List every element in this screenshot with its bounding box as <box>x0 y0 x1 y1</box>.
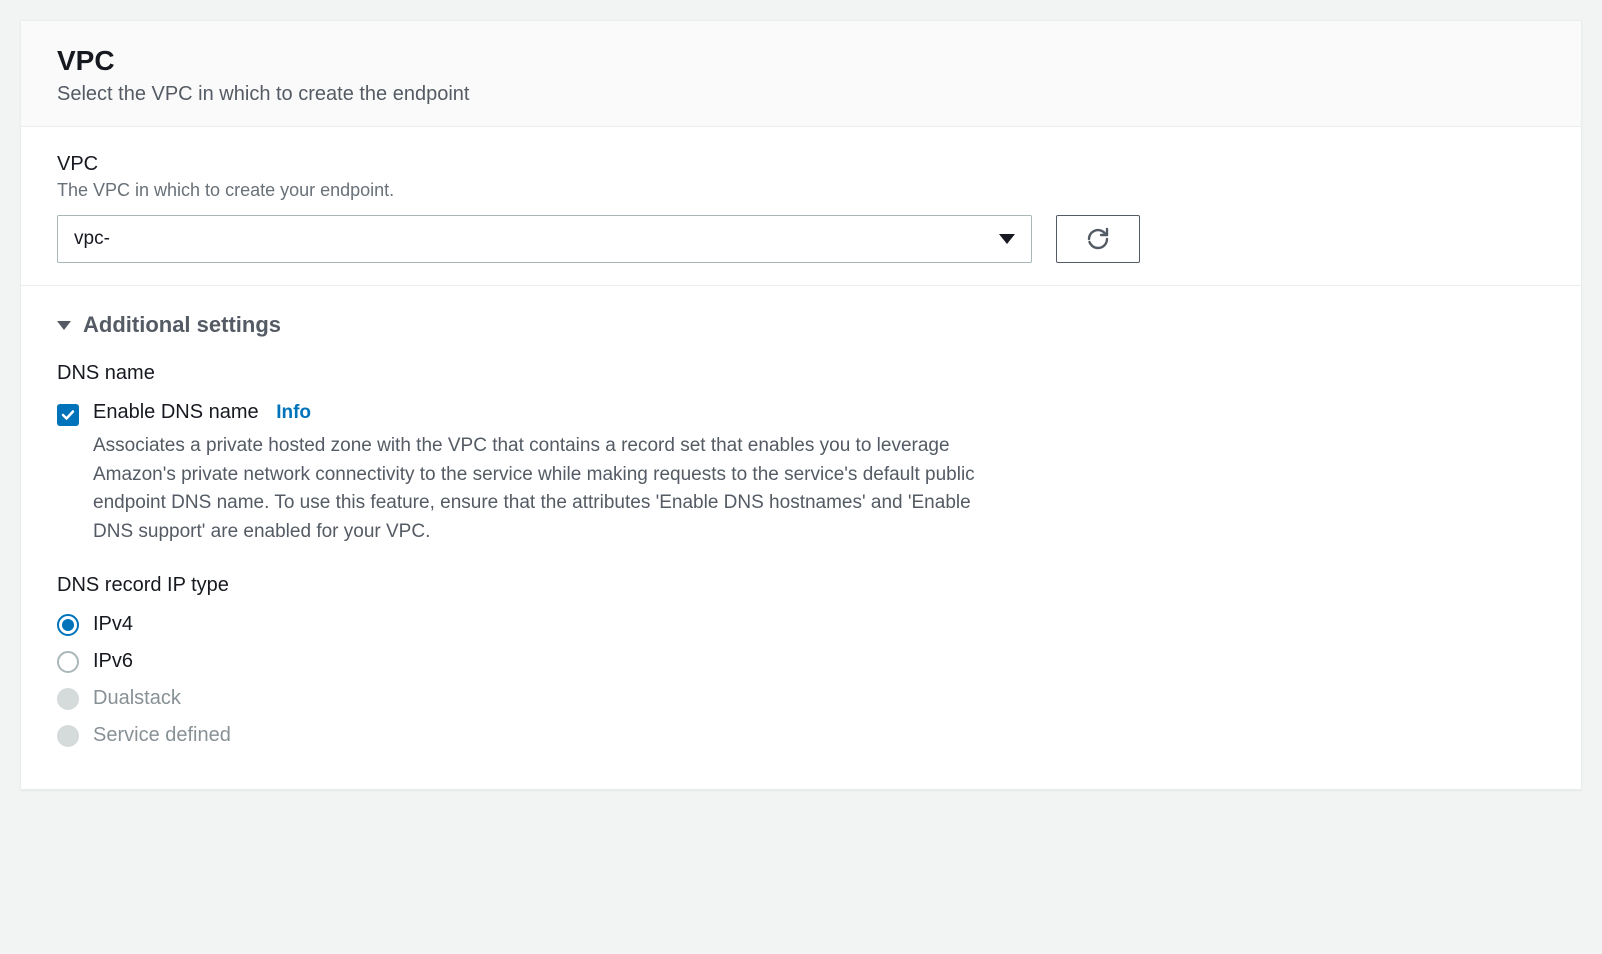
vpc-select[interactable]: vpc- <box>57 215 1032 263</box>
radio-ipv4[interactable] <box>57 614 79 636</box>
panel-subtitle: Select the VPC in which to create the en… <box>57 83 1545 106</box>
enable-dns-name-checkbox[interactable] <box>57 404 79 426</box>
dns-name-section-label: DNS name <box>57 362 1545 385</box>
radio-label-dualstack: Dualstack <box>93 687 181 710</box>
dns-record-ip-type-label: DNS record IP type <box>57 574 1545 597</box>
refresh-button[interactable] <box>1056 215 1140 263</box>
vpc-field-description: The VPC in which to create your endpoint… <box>57 180 1545 201</box>
caret-down-icon <box>999 234 1015 244</box>
radio-option-dualstack: Dualstack <box>57 687 1545 710</box>
additional-settings-toggle[interactable]: Additional settings <box>57 312 1545 338</box>
radio-label-ipv4: IPv4 <box>93 613 133 636</box>
radio-label-ipv6: IPv6 <box>93 650 133 673</box>
refresh-icon <box>1086 227 1110 251</box>
radio-label-service-defined: Service defined <box>93 724 231 747</box>
caret-down-icon <box>57 321 71 330</box>
panel-title: VPC <box>57 45 1545 77</box>
vpc-field-label: VPC <box>57 153 1545 176</box>
vpc-panel: VPC Select the VPC in which to create th… <box>20 20 1582 790</box>
panel-header: VPC Select the VPC in which to create th… <box>21 21 1581 127</box>
radio-option-ipv6: IPv6 <box>57 650 1545 673</box>
radio-service-defined <box>57 725 79 747</box>
radio-ipv6[interactable] <box>57 651 79 673</box>
additional-settings-section: Additional settings DNS name Enable DNS … <box>21 286 1581 789</box>
radio-dualstack <box>57 688 79 710</box>
vpc-select-value: vpc- <box>74 228 110 250</box>
radio-option-ipv4: IPv4 <box>57 613 1545 636</box>
vpc-select-row: vpc- <box>57 215 1545 263</box>
enable-dns-name-description: Associates a private hosted zone with th… <box>93 432 1013 546</box>
enable-dns-name-label: Enable DNS name <box>93 401 259 423</box>
info-link[interactable]: Info <box>276 402 311 423</box>
vpc-field-section: VPC The VPC in which to create your endp… <box>21 127 1581 286</box>
enable-dns-name-row: Enable DNS name Info <box>57 401 1545 426</box>
enable-dns-name-label-wrap: Enable DNS name Info <box>93 401 311 424</box>
additional-settings-title: Additional settings <box>83 312 281 338</box>
radio-option-service-defined: Service defined <box>57 724 1545 747</box>
check-icon <box>60 407 76 423</box>
dns-record-ip-type-group: IPv4 IPv6 Dualstack Service defined <box>57 613 1545 747</box>
